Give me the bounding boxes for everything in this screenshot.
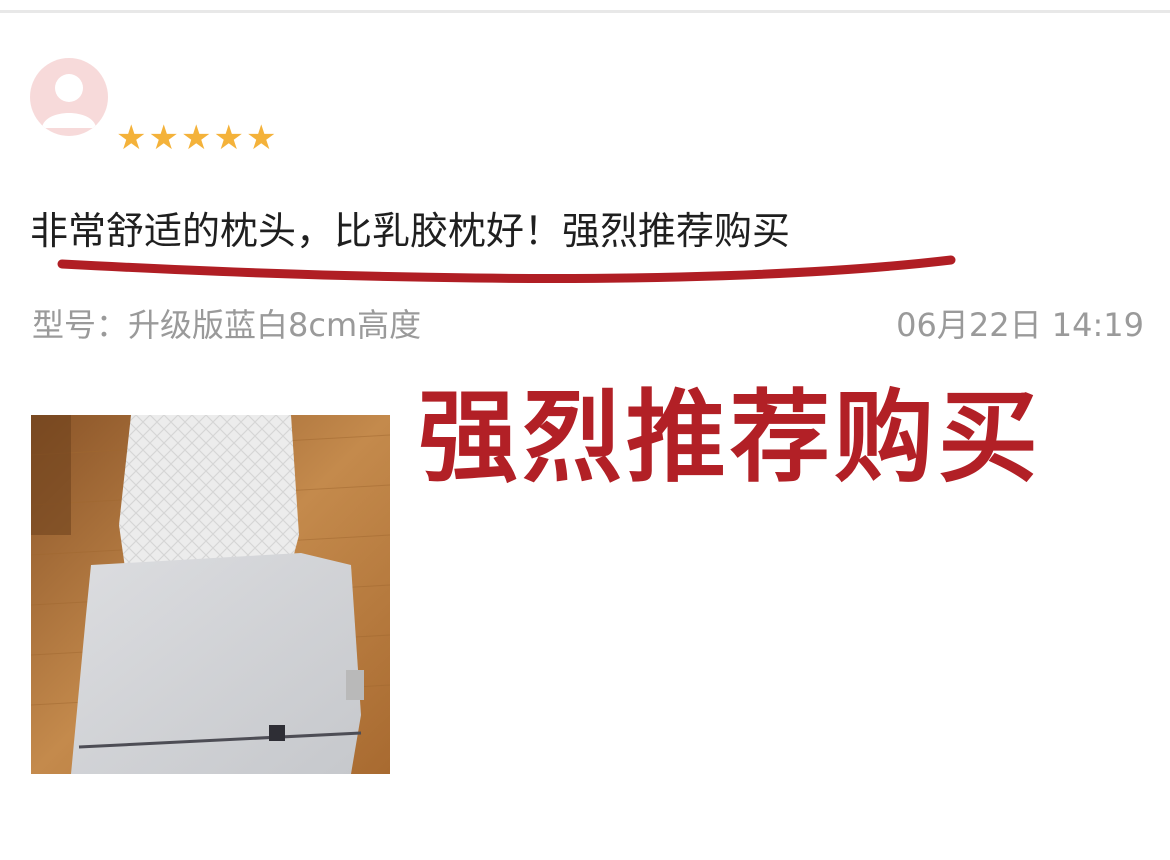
review-photo[interactable] xyxy=(31,415,390,774)
star-icon: ★ xyxy=(116,118,147,158)
star-icon: ★ xyxy=(213,118,244,158)
rating-stars: ★ ★ ★ ★ ★ xyxy=(116,120,276,156)
overlay-annotation-text: 强烈推荐购买 xyxy=(418,379,1042,496)
review-date: 06月22日 14:19 xyxy=(896,306,1144,344)
star-icon: ★ xyxy=(245,118,277,158)
star-icon: ★ xyxy=(180,118,212,158)
star-icon: ★ xyxy=(148,118,179,158)
product-spec: 型号：升级版蓝白8cm高度 xyxy=(32,306,422,344)
red-underline-annotation xyxy=(57,255,956,283)
user-avatar-icon[interactable] xyxy=(30,58,108,136)
top-divider xyxy=(0,10,1170,13)
